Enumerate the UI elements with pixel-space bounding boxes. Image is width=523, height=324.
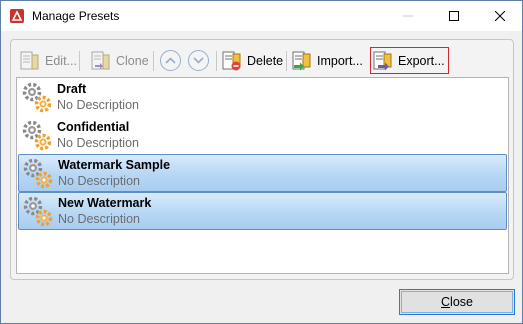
preset-gears-icon	[23, 196, 53, 227]
preset-description: No Description	[58, 212, 140, 226]
move-up-button[interactable]	[160, 50, 181, 71]
chevron-up-icon	[165, 57, 176, 64]
list-item[interactable]: Watermark Sample No Description	[18, 154, 507, 192]
export-label: Export...	[398, 53, 445, 68]
delete-icon	[222, 51, 241, 71]
toolbar-separator	[286, 51, 287, 71]
maximize-icon	[449, 11, 459, 21]
preset-description: No Description	[57, 98, 139, 112]
close-button[interactable]: Close	[399, 289, 515, 315]
toolbar-separator	[153, 51, 154, 71]
import-icon	[292, 51, 311, 71]
preset-gears-icon	[22, 82, 52, 113]
export-button[interactable]: Export...	[370, 47, 449, 74]
title-bar: Manage Presets	[1, 1, 522, 31]
chevron-down-icon	[193, 57, 204, 64]
app-logo-icon	[10, 9, 24, 23]
move-down-button[interactable]	[188, 50, 209, 71]
preset-name: Confidential	[57, 120, 130, 134]
edit-label: Edit...	[45, 54, 77, 68]
close-button-mnemonic: C	[441, 295, 451, 309]
toolbar-separator	[216, 51, 217, 71]
preset-description: No Description	[57, 136, 139, 150]
close-button-label: lose	[450, 295, 473, 309]
close-icon	[495, 11, 505, 21]
presets-list[interactable]: Draft No Description Confidential No Des…	[16, 77, 509, 274]
maximize-button[interactable]	[432, 1, 476, 31]
minimize-button[interactable]	[386, 1, 430, 31]
preset-description: No Description	[58, 174, 140, 188]
preset-name: Draft	[57, 82, 87, 96]
preset-gears-icon	[22, 120, 52, 151]
clone-label: Clone	[116, 54, 149, 68]
window-close-button[interactable]	[478, 1, 522, 31]
preset-name: Watermark Sample	[58, 158, 171, 172]
list-item[interactable]: Draft No Description	[18, 79, 507, 117]
export-icon	[373, 51, 392, 70]
manage-presets-dialog: Manage Presets Edit... Clone Delete Impo…	[0, 0, 523, 324]
list-item[interactable]: Confidential No Description	[18, 117, 507, 155]
clone-button[interactable]: Clone	[91, 48, 149, 74]
import-label: Import...	[317, 54, 363, 68]
toolbar: Edit... Clone Delete Import... Export...	[13, 46, 511, 76]
list-item[interactable]: New Watermark No Description	[18, 192, 507, 230]
minimize-icon	[403, 15, 413, 17]
preset-gears-icon	[23, 158, 53, 189]
toolbar-separator	[79, 51, 80, 71]
edit-button[interactable]: Edit...	[20, 48, 77, 74]
edit-icon	[20, 51, 39, 70]
clone-icon	[91, 51, 110, 70]
preset-name: New Watermark	[58, 196, 152, 210]
delete-button[interactable]: Delete	[222, 48, 283, 74]
import-button[interactable]: Import...	[292, 48, 363, 74]
delete-label: Delete	[247, 54, 284, 68]
window-title: Manage Presets	[32, 9, 120, 23]
